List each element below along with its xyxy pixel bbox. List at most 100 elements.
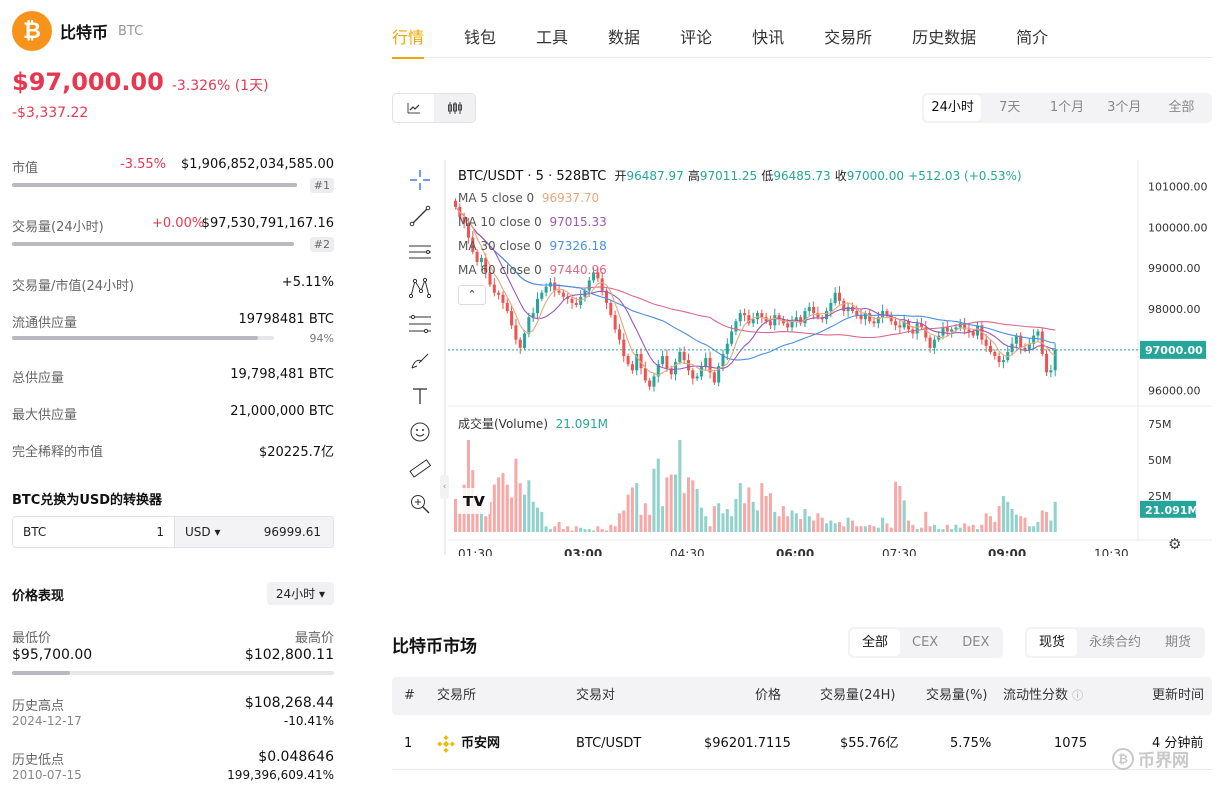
volume-bar [557,521,561,532]
candle-body [837,292,841,301]
collapse-legend-icon[interactable]: ⌃ [458,285,486,305]
volume-bar [799,519,803,532]
table-row[interactable]: 1 币安网 BTC/USDT $96201.7115 $55.76亿 5.75%… [392,718,1212,770]
zoom-in-icon[interactable] [400,486,440,522]
row-volume-pct: 5.75% [950,736,992,751]
converter-from-amount[interactable]: 1 [156,525,164,539]
info-icon[interactable]: ⓘ [1072,689,1083,702]
volume-bar [510,497,514,532]
volume-bar [894,481,898,532]
close-label: 收 [834,169,847,183]
volume-bar [553,526,557,532]
fdv-label: 完全稀释的市值 [12,445,104,460]
drawing-toolbar [400,162,440,522]
candlestick-icon[interactable] [434,94,475,122]
emoji-icon[interactable] [400,414,440,450]
volume-bar [492,484,496,532]
col-volume: 交易量(24H) [820,688,896,703]
chart-settings-icon[interactable]: ⚙ [1168,535,1181,553]
pattern-icon[interactable] [400,270,440,306]
candle-body [993,351,997,356]
market-type-tab-0[interactable]: 全部 [850,629,901,656]
candle-body [652,376,656,387]
volume-bar [531,501,535,532]
candle-body [475,251,479,263]
volume-bar [928,526,932,532]
nav-tab-5[interactable]: 快讯 [752,0,784,58]
nav-tab-1[interactable]: 钱包 [464,0,496,58]
brush-icon[interactable] [400,342,440,378]
candle-body [544,286,548,293]
volume-bar [669,474,673,532]
candle-body [967,329,971,332]
nav-tab-2[interactable]: 工具 [536,0,568,58]
converter-to-field[interactable]: USD ▾ 96999.61 [175,517,333,547]
candle-body [587,280,591,291]
volume-bar [751,501,755,532]
converter-currency-select[interactable]: USD ▾ [185,525,220,539]
candle-body [712,372,716,383]
horizontal-lines-icon[interactable] [400,234,440,270]
price-change-percent: -3.326% (1天) [171,78,269,94]
nav-tab-6[interactable]: 交易所 [824,0,872,58]
candle-body [872,321,876,324]
nav-tab-8[interactable]: 简介 [1016,0,1048,58]
market-kind-tab-1[interactable]: 永续合约 [1077,629,1153,656]
volume-bar [825,523,829,532]
line-chart-icon[interactable] [393,94,434,122]
candle-body [738,313,742,322]
candle-body [725,343,729,354]
volume-bar [587,529,591,532]
volume-bar [756,510,760,532]
volume-bar [971,524,975,532]
candle-body [579,296,583,305]
crosshair-icon[interactable] [400,162,440,198]
volume-bar [544,526,548,532]
fib-retracement-icon[interactable] [400,306,440,342]
time-tab-3[interactable]: 3个月 [1096,95,1153,121]
row-pair[interactable]: BTC/USDT [576,718,641,770]
volume-bar [967,526,971,532]
watermark: ₿ 币界网 [1112,746,1189,771]
text-tool-icon[interactable] [400,378,440,414]
ruler-icon[interactable] [400,450,440,486]
candle-body [941,327,945,336]
nav-tab-0[interactable]: 行情 [392,0,425,59]
volume-bar [721,513,725,532]
row-exchange[interactable]: 币安网 [437,718,500,770]
volume-legend-label: 成交量(Volume) [458,417,548,431]
volume-bar [924,511,928,532]
volume-bar [1053,501,1057,532]
atl-date: 2010-07-15 [12,768,82,782]
trend-line-icon[interactable] [400,198,440,234]
volume-bar [833,523,837,532]
candle-body [561,292,565,297]
performance-period-select[interactable]: 24小时 ▾ [266,582,334,605]
volume-bar [1006,501,1010,532]
converter-from-input[interactable]: BTC 1 [13,517,175,547]
candle-body [699,366,703,377]
volume-bar [1027,526,1031,532]
market-kind-tab-0[interactable]: 现货 [1027,629,1078,656]
time-tab-2[interactable]: 1个月 [1038,95,1095,121]
candle-body [665,356,669,369]
market-type-tab-2[interactable]: DEX [950,629,1001,656]
time-tab-4[interactable]: 全部 [1153,95,1210,121]
candle-body [570,298,574,303]
candle-body [842,300,846,312]
volume-bar [1001,496,1005,532]
ma30-legend: MA 30 close 0 97326.18 [458,239,607,253]
nav-tab-7[interactable]: 历史数据 [912,0,976,58]
ma10-legend: MA 10 close 0 97015.33 [458,215,607,229]
market-kind-tab-2[interactable]: 期货 [1153,629,1203,656]
market-type-tab-1[interactable]: CEX [900,629,950,656]
volume-bar [820,517,824,532]
volume-bar [596,526,600,532]
time-tab-1[interactable]: 7天 [981,95,1038,121]
nav-tab-4[interactable]: 评论 [680,0,712,58]
nav-tab-3[interactable]: 数据 [608,0,640,58]
time-tab-0[interactable]: 24小时 [924,95,982,121]
candle-body [786,323,790,328]
volume-bar [842,526,846,532]
price-tick-5: 96000.00 [1148,385,1201,398]
